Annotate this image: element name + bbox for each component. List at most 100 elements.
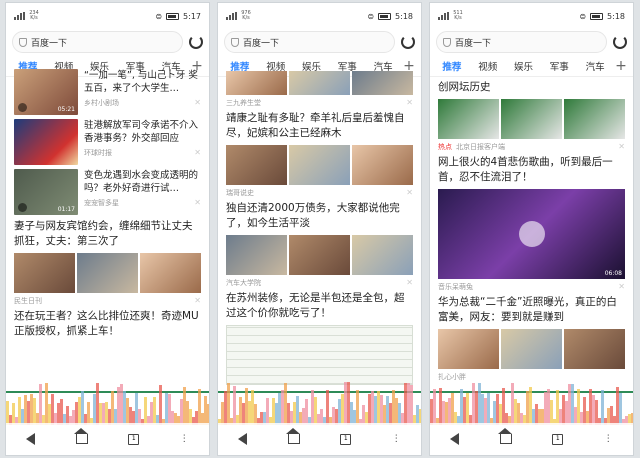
news-feed: 三九养生堂 ✕ 靖康之耻有多耻？牵羊礼后皇后羞愧自尽，妃嫔和公主已经麻木 瑞哥说史… [218,71,421,455]
news-source: 汽车大学院 [226,279,261,287]
clock: 5:17 [183,11,201,21]
news-item[interactable]: 网上很火的4首悲伤歌曲，听到最后一首，忍不住流泪了！ 06:08 音乐呆萌兔 ✕ [438,155,625,292]
news-title: 独自还清2000万债务，大家都说他完了，如今生活平淡 [226,202,400,229]
news-title: 创网坛历史 [438,81,491,93]
nav-bar: 1 ⋮ [218,423,421,455]
news-title: 靖康之耻有多耻？牵羊礼后皇后羞愧自尽，妃嫔和公主已经麻木 [226,112,405,139]
gpu-profile-line [218,391,421,393]
news-item[interactable]: 三九养生堂 ✕ [226,71,413,108]
news-item[interactable]: 在苏州装修，无论是半包还是全包，超过这个价你就吃亏了！ [226,291,413,385]
vibrate-icon: ⊜ [155,11,163,21]
news-source: 北京日报客户端 [456,143,505,151]
refresh-icon[interactable] [613,35,627,49]
news-images [14,253,201,293]
news-feed: 创网坛历史 热点 北京日报客户端 ✕ 网上很火的4首悲伤歌曲，听到最后一首，忍不住流… [430,77,633,455]
home-icon[interactable] [285,428,300,444]
tab-military[interactable]: 军事 [541,59,577,73]
news-source: 扎心小胖 [438,373,466,381]
close-icon[interactable]: ✕ [406,188,413,198]
signal-icon [14,12,25,20]
more-icon[interactable]: ⋮ [604,434,613,444]
news-item[interactable]: 独自还清2000万债务，大家都说他完了，如今生活平淡 汽车大学院 ✕ [226,201,413,288]
news-item[interactable]: 妻子与网友宾馆约会，缠绵细节让丈夫抓狂，丈夫：第三次了 民生日刊 ✕ [14,219,201,306]
more-icon[interactable]: ⋮ [392,434,401,444]
search-bar: 百度一下 [430,29,633,55]
news-thumbnail: 05:21 [14,69,78,115]
news-image [226,325,413,385]
close-icon[interactable]: ✕ [194,296,201,306]
news-title: 变色龙遇到水会变成透明的吗？老外好奇进行试… [84,170,199,194]
news-item[interactable]: 驻港解放军司令承诺不介入香港事务？外交部回应 环球时报 ✕ [14,119,201,165]
screenshot-stage: 234 K/s ⊜ 5:17 百度一下 推荐 视频 娱乐 军事 汽车 + 05:… [0,0,640,458]
news-source: 音乐呆萌兔 [438,283,473,291]
close-icon[interactable]: ✕ [618,282,625,292]
news-title: 驻港解放军司令承诺不介入香港事务？外交部回应 [84,120,199,144]
more-icon[interactable]: ⋮ [180,434,189,444]
play-icon [18,103,27,112]
hot-badge: 热点 [438,143,452,151]
news-images [226,235,413,275]
news-source: 环球时报 [84,149,112,157]
news-item[interactable]: 05:21 “一加一笔”, 与山己ト牙 奖五百，来了个大学生… 乡村小剧场 ✕ [14,69,201,115]
video-duration: 06:08 [604,270,622,277]
news-item[interactable]: 华为总裁“二千金”近照曝光，真正的白富美，网友：要到就是赚到 扎心小胖 [438,295,625,382]
close-icon[interactable]: ✕ [406,98,413,108]
recent-apps-icon[interactable]: 1 [128,433,140,445]
tab-entertainment[interactable]: 娱乐 [506,59,542,73]
battery-icon [166,12,180,20]
home-icon[interactable] [497,428,512,444]
search-bar: 百度一下 [218,29,421,55]
search-box[interactable]: 百度一下 [224,31,395,53]
news-images [226,71,413,95]
news-images [438,329,625,369]
refresh-icon[interactable] [401,35,415,49]
recent-apps-icon[interactable]: 1 [340,433,352,445]
refresh-icon[interactable] [189,35,203,49]
close-icon[interactable]: ✕ [194,148,201,158]
tab-video[interactable]: 视频 [470,59,506,73]
close-icon[interactable]: ✕ [406,278,413,288]
back-icon[interactable] [26,433,36,445]
search-text: 百度一下 [455,38,492,49]
vibrate-icon: ⊜ [579,11,587,21]
shield-icon [231,37,239,47]
search-box[interactable]: 百度一下 [12,31,183,53]
news-title: 华为总裁“二千金”近照曝光，真正的白富美，网友：要到就是赚到 [438,296,617,323]
news-title: “一加一笔”, 与山己ト牙 奖五百，来了个大学生… [84,70,198,94]
recent-apps-icon[interactable]: 1 [552,433,564,445]
news-item[interactable]: 靖康之耻有多耻？牵羊礼后皇后羞愧自尽，妃嫔和公主已经麻木 瑞哥说史 ✕ [226,111,413,198]
add-tab-icon[interactable]: + [613,58,629,74]
news-images [226,145,413,185]
back-icon[interactable] [450,433,460,445]
gpu-profile-line [430,391,633,393]
net-speed: 511 K/s [453,10,463,21]
video-duration: 01:17 [57,206,75,213]
news-source: 宠宠智多星 [84,199,119,207]
news-source: 民生日刊 [14,297,42,305]
clock: 5:18 [607,11,625,21]
battery-icon [378,12,392,20]
back-icon[interactable] [238,433,248,445]
close-icon[interactable]: ✕ [194,98,201,108]
home-icon[interactable] [73,428,88,444]
search-bar: 百度一下 [6,29,209,55]
play-icon[interactable] [518,221,545,247]
tab-auto[interactable]: 汽车 [577,59,613,73]
search-text: 百度一下 [31,38,68,49]
search-box[interactable]: 百度一下 [436,31,607,53]
search-text: 百度一下 [243,38,280,49]
close-icon[interactable]: ✕ [194,198,201,208]
phone-screen-3: 511 K/s ⊜ 5:18 百度一下 推荐 视频 娱乐 军事 汽车 + 创网坛… [429,2,634,456]
channel-tabs: 推荐 视频 娱乐 军事 汽车 + [430,55,633,77]
news-item[interactable]: 创网坛历史 热点 北京日报客户端 ✕ [438,80,625,152]
news-item[interactable]: 01:17 变色龙遇到水会变成透明的吗？老外好奇进行试… 宠宠智多星 ✕ [14,169,201,215]
battery-icon [590,12,604,20]
tab-recommend[interactable]: 推荐 [434,59,470,73]
video-thumbnail: 06:08 [438,189,625,279]
shield-icon [19,37,27,47]
nav-bar: 1 ⋮ [6,423,209,455]
news-source: 乡村小剧场 [84,99,119,107]
news-item[interactable]: 还在玩王者？这么比排位还爽！奇迹MU正版授权，抓紧上车！ [14,309,201,339]
news-source: 三九养生堂 [226,99,261,107]
close-icon[interactable]: ✕ [618,142,625,152]
